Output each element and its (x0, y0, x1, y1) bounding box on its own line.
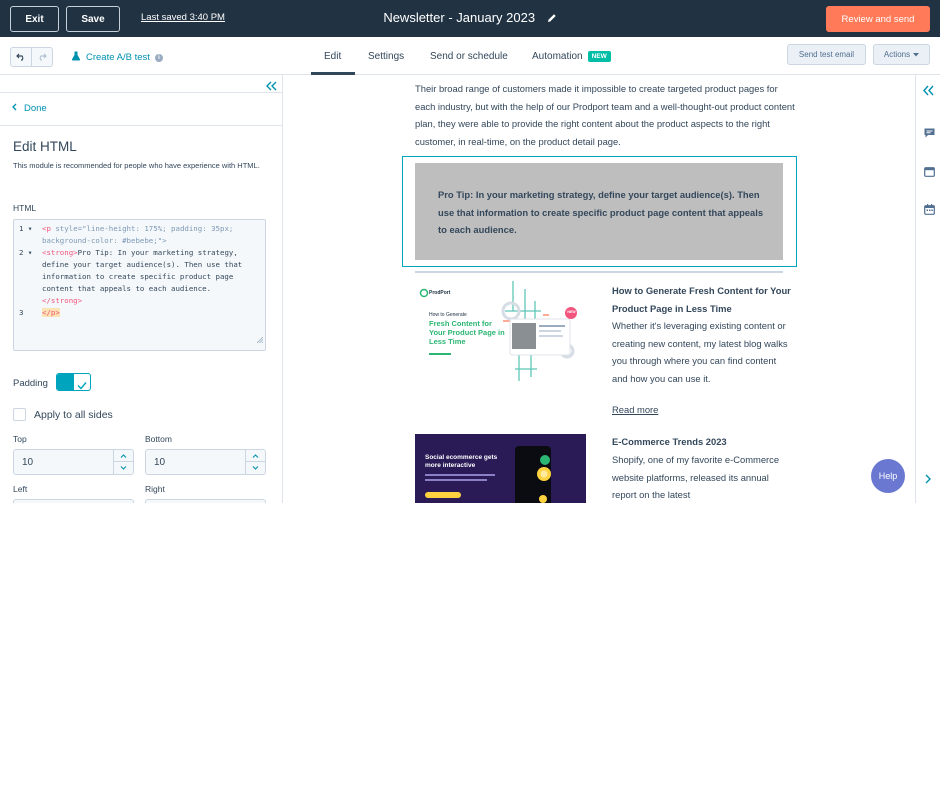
save-button[interactable]: Save (66, 6, 120, 32)
line-number: 1 ▾ (19, 224, 33, 233)
document-title[interactable]: Newsletter - January 2023 (383, 10, 535, 25)
article-1-image-badge: NEW (567, 310, 576, 314)
edit-module-panel: Done Edit HTML This module is recommende… (0, 75, 283, 503)
padding-top-stepper (113, 450, 133, 474)
code-line: content that appeals to each audience. (42, 284, 212, 293)
article-1-image[interactable]: ProdPort How to Generate Fresh Content f… (415, 281, 586, 387)
tab-automation[interactable]: Automation NEW (532, 51, 611, 62)
undo-redo-group (10, 47, 53, 67)
padding-bottom-stepper (245, 450, 265, 474)
padding-bottom-input[interactable]: 10 (145, 449, 266, 475)
collapse-panel-icon[interactable] (265, 78, 277, 96)
panel-description: This module is recommended for people wh… (13, 161, 260, 170)
comment-icon[interactable] (924, 125, 935, 143)
padding-right-input[interactable] (145, 499, 266, 503)
html-field-label: HTML (13, 203, 37, 213)
article-1-image-brand: ProdPort (429, 290, 451, 296)
pro-tip-text: Pro Tip: In your marketing strategy, def… (438, 189, 764, 235)
right-label: Right (145, 484, 165, 494)
divider (0, 125, 282, 126)
calendar-icon[interactable] (924, 202, 935, 220)
apply-to-all-sides-row: Apply to all sides (13, 408, 113, 421)
editor-toolbar: Create A/B test i Edit Settings Send or … (0, 37, 940, 75)
chevron-down-icon[interactable] (114, 462, 133, 474)
article-2-image-headline: Social ecommerce gets more interactive (425, 454, 498, 469)
pro-tip-module[interactable]: Pro Tip: In your marketing strategy, def… (415, 163, 783, 260)
html-code-editor[interactable]: 1 ▾ 2 ▾ 3 <p style="line-height: 175%; p… (13, 219, 266, 351)
article-2-body: Shopify, one of my favorite e-Commerce w… (612, 454, 780, 500)
code-line: </p> (42, 308, 60, 317)
tab-edit[interactable]: Edit (324, 51, 341, 62)
checkmark-icon (77, 377, 87, 390)
chevron-down-icon[interactable] (246, 462, 265, 474)
left-label: Left (13, 484, 28, 494)
article-2-image[interactable]: Social ecommerce gets more interactive (415, 434, 586, 503)
code-line: define your target audience(s). Then use… (42, 260, 243, 269)
chevron-up-icon[interactable] (246, 450, 265, 462)
code-line: information to create specific product p… (42, 272, 234, 281)
line-number: 3 (19, 308, 24, 317)
tab-settings[interactable]: Settings (368, 51, 404, 62)
done-button[interactable]: Done (12, 103, 47, 114)
toggle-knob (57, 374, 74, 390)
expand-rail-icon[interactable] (922, 83, 934, 101)
padding-label: Padding (13, 378, 48, 389)
info-icon[interactable]: i (154, 53, 163, 62)
intro-paragraph[interactable]: Their broad range of customers made it i… (415, 80, 795, 150)
article-2-title[interactable]: E-Commerce Trends 2023 (612, 433, 792, 451)
email-preview-canvas: Their broad range of customers made it i… (283, 75, 915, 503)
resize-handle-icon[interactable] (256, 330, 264, 348)
right-rail (915, 75, 940, 503)
ab-test-label: Create A/B test (86, 52, 150, 63)
padding-top-input[interactable]: 10 (13, 449, 134, 475)
actions-label: Actions (883, 50, 911, 59)
chevron-right-icon[interactable] (925, 471, 931, 489)
code-line: background-color: #bebebe;"> (42, 236, 167, 245)
article-1-image-headline: Fresh Content for Your Product Page in L… (429, 319, 505, 346)
code-line: <strong>Pro Tip: In your marketing strat… (42, 248, 238, 257)
panel-title: Edit HTML (13, 139, 77, 154)
flask-icon (71, 51, 81, 64)
padding-toggle[interactable] (56, 373, 91, 391)
redo-icon[interactable] (32, 48, 52, 66)
padding-bottom-value: 10 (154, 457, 166, 468)
layout-icon[interactable] (924, 164, 935, 182)
last-saved-link[interactable]: Last saved 3:40 PM (141, 12, 225, 23)
top-bar: Exit Save Last saved 3:40 PM Newsletter … (0, 0, 940, 37)
create-ab-test-link[interactable]: Create A/B test i (71, 51, 163, 64)
actions-dropdown[interactable]: Actions (873, 44, 930, 65)
chevron-left-icon (12, 103, 17, 114)
article-1-body: Whether it's leveraging existing content… (612, 320, 788, 384)
code-line: <p style="line-height: 175%; padding: 35… (42, 224, 234, 233)
padding-left-input[interactable] (13, 499, 134, 503)
code-line: </strong> (42, 296, 83, 305)
tab-send-or-schedule[interactable]: Send or schedule (430, 51, 508, 62)
line-number: 2 ▾ (19, 248, 33, 257)
pencil-icon[interactable] (547, 11, 557, 26)
send-test-email-button[interactable]: Send test email (787, 44, 866, 65)
email-editor: Exit Save Last saved 3:40 PM Newsletter … (0, 0, 940, 503)
help-button[interactable]: Help (871, 459, 905, 493)
code-text-area[interactable]: <p style="line-height: 175%; padding: 35… (39, 220, 265, 350)
chevron-up-icon[interactable] (114, 450, 133, 462)
new-badge: NEW (587, 51, 611, 62)
padding-top-value: 10 (22, 457, 34, 468)
apply-to-all-sides-label: Apply to all sides (34, 408, 113, 421)
bottom-label: Bottom (145, 434, 172, 444)
article-1-image-small: How to Generate (429, 312, 467, 318)
read-more-link[interactable]: Read more (612, 404, 658, 415)
review-and-send-button[interactable]: Review and send (826, 6, 930, 32)
top-label: Top (13, 434, 27, 444)
caret-down-icon (913, 50, 920, 59)
undo-icon[interactable] (11, 48, 32, 66)
line-number-gutter: 1 ▾ 2 ▾ 3 (14, 220, 39, 350)
apply-to-all-sides-checkbox[interactable] (13, 408, 26, 421)
tab-automation-label: Automation (532, 51, 583, 62)
divider (0, 92, 282, 93)
done-label: Done (24, 103, 47, 114)
exit-button[interactable]: Exit (10, 6, 59, 32)
divider (415, 271, 783, 273)
article-1-title[interactable]: How to Generate Fresh Content for Your P… (612, 282, 792, 317)
